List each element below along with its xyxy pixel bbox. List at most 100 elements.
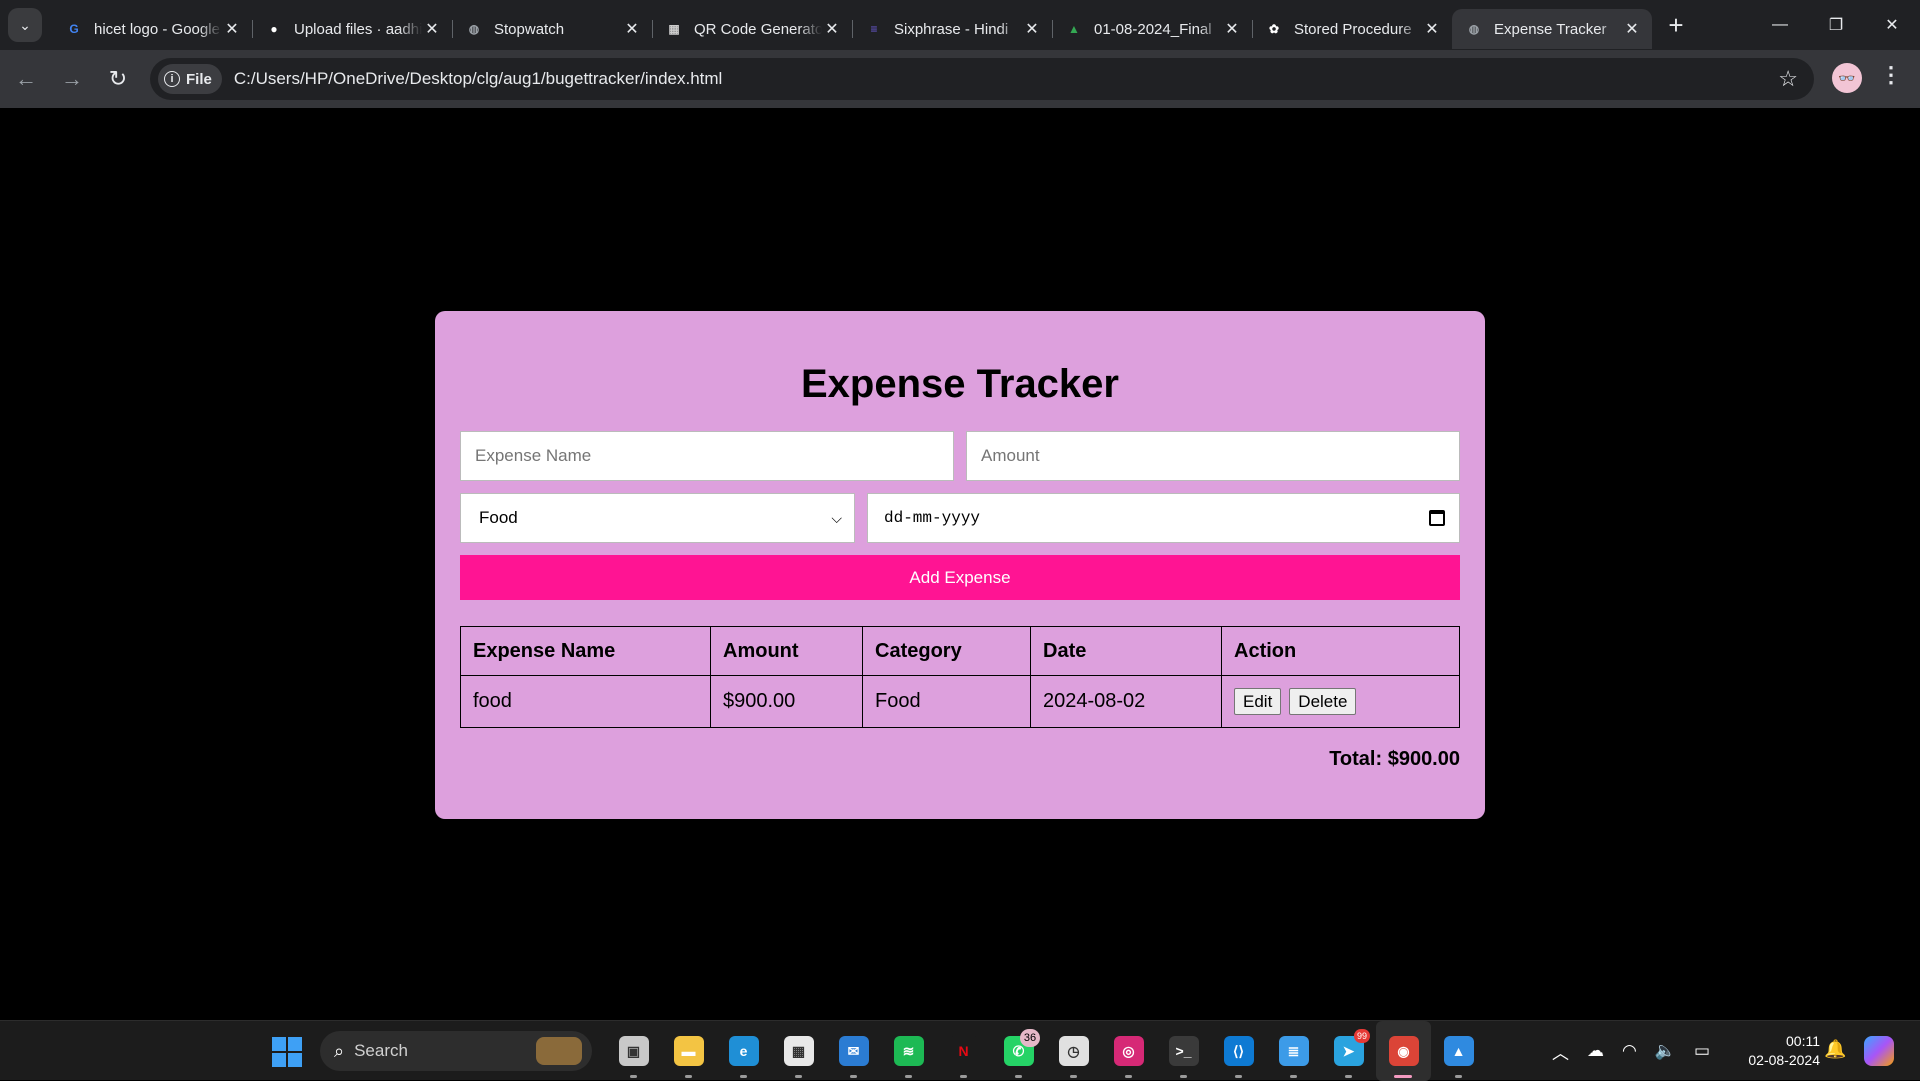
- spotify-icon: ≋: [893, 1036, 924, 1066]
- expense-tracker-card: Expense Tracker Expense Name Amount Food…: [435, 311, 1485, 819]
- profile-avatar[interactable]: 👓: [1832, 63, 1862, 93]
- edit-button[interactable]: Edit: [1234, 688, 1282, 715]
- tab-close-icon[interactable]: ✕: [1222, 19, 1242, 39]
- taskbar-app-vscode[interactable]: ⟨⟩: [1211, 1021, 1266, 1081]
- tab-close-icon[interactable]: ✕: [1022, 19, 1042, 39]
- delete-button[interactable]: Delete: [1289, 688, 1357, 715]
- wifi-icon[interactable]: ◠: [1622, 1041, 1637, 1061]
- browser-tab[interactable]: ▲ 01-08-2024_Final ✕: [1052, 9, 1252, 49]
- chrome-icon: ◉: [1388, 1036, 1419, 1066]
- address-bar[interactable]: i File C:/Users/HP/OneDrive/Desktop/clg/…: [150, 58, 1814, 100]
- browser-tab[interactable]: ≡ Sixphrase - Hindi ✕: [852, 9, 1052, 49]
- running-indicator: [1345, 1075, 1352, 1078]
- tab-title: Expense Tracker: [1494, 20, 1607, 38]
- taskbar-app-edge[interactable]: e: [716, 1021, 771, 1081]
- taskbar-search-box[interactable]: ⌕ Search: [320, 1031, 592, 1071]
- expense-name-input[interactable]: Expense Name: [460, 431, 954, 481]
- date-input[interactable]: dd-mm-yyyy: [867, 493, 1460, 543]
- tab-title: Upload files · aadhi: [294, 20, 422, 38]
- browser-tab[interactable]: ◍ Stopwatch ✕: [452, 9, 652, 49]
- tab-favicon-icon: ▦: [668, 22, 680, 36]
- taskbar-app-whatsapp[interactable]: ✆ 36: [991, 1021, 1046, 1081]
- taskbar-app-file-explorer[interactable]: ▬: [661, 1021, 716, 1081]
- close-window-icon[interactable]: ✕: [1864, 0, 1920, 50]
- cell-actions: Edit Delete: [1221, 675, 1460, 728]
- new-tab-button[interactable]: +: [1658, 7, 1694, 43]
- windows-taskbar: ⌕ Search ▣ ▬ e ▦ ✉ ≋ N ✆ 36 ◷ ◎ >_ ⟨⟩ ≣ ➤ 99 ◉ ▲ ︿ ☁ ◠ 🔈 …: [0, 1020, 1920, 1081]
- browser-tab[interactable]: ◍ Expense Tracker ✕: [1452, 9, 1652, 49]
- browser-tab[interactable]: ✿ Stored Procedure ✕: [1252, 9, 1452, 49]
- tab-close-icon[interactable]: ✕: [622, 19, 642, 39]
- bookmark-star-icon[interactable]: ☆: [1778, 66, 1798, 92]
- cell-expense-name: food: [460, 675, 711, 728]
- taskbar-app-terminal[interactable]: >_: [1156, 1021, 1211, 1081]
- tab-favicon-icon: ●: [270, 22, 278, 36]
- taskbar-app-store[interactable]: ▦: [771, 1021, 826, 1081]
- notification-badge: 36: [1020, 1029, 1040, 1047]
- notification-bell-icon[interactable]: 🔔: [1824, 1039, 1846, 1060]
- reload-icon[interactable]: ↻: [98, 59, 138, 99]
- tab-close-icon[interactable]: ✕: [422, 19, 442, 39]
- calendar-icon[interactable]: [1429, 510, 1445, 526]
- running-indicator: [850, 1075, 857, 1078]
- amount-input[interactable]: Amount: [966, 431, 1460, 481]
- tab-close-icon[interactable]: ✕: [222, 19, 242, 39]
- taskbar-app-notepad[interactable]: ≣: [1266, 1021, 1321, 1081]
- page-viewport: Expense Tracker Expense Name Amount Food…: [0, 108, 1920, 1020]
- taskbar-app-mail[interactable]: ✉: [826, 1021, 881, 1081]
- tab-favicon-icon: ◍: [1468, 22, 1480, 36]
- add-expense-button[interactable]: Add Expense: [460, 555, 1460, 600]
- forward-arrow-icon[interactable]: →: [52, 59, 92, 99]
- total-amount: Total: $900.00: [1329, 748, 1460, 770]
- onedrive-cloud-icon[interactable]: ☁: [1587, 1041, 1604, 1061]
- volume-muted-icon[interactable]: 🔈: [1655, 1041, 1676, 1061]
- tab-favicon-icon: ▲: [1068, 22, 1080, 36]
- back-arrow-icon[interactable]: ←: [6, 59, 46, 99]
- category-select[interactable]: Food ⌵: [460, 493, 855, 543]
- tab-close-icon[interactable]: ✕: [1422, 19, 1442, 39]
- site-info-chip[interactable]: i File: [158, 64, 222, 94]
- browser-tab[interactable]: ▦ QR Code Generator ✕: [652, 9, 852, 49]
- taskbar-app-photos[interactable]: ▲: [1431, 1021, 1486, 1081]
- running-indicator: [740, 1075, 747, 1078]
- running-indicator: [905, 1075, 912, 1078]
- taskbar-app-task-view[interactable]: ▣: [606, 1021, 661, 1081]
- expense-table: Expense Name Amount Category Date Action…: [460, 626, 1460, 728]
- running-indicator: [1180, 1075, 1187, 1078]
- tab-close-icon[interactable]: ✕: [822, 19, 842, 39]
- browser-menu-icon[interactable]: ⋮: [1880, 62, 1902, 88]
- taskbar-app-instagram[interactable]: ◎: [1101, 1021, 1156, 1081]
- terminal-icon: >_: [1168, 1036, 1199, 1066]
- tab-search-chevron-icon[interactable]: ⌄: [8, 8, 42, 42]
- url-text[interactable]: C:/Users/HP/OneDrive/Desktop/clg/aug1/bu…: [234, 69, 722, 89]
- running-indicator: [1455, 1075, 1462, 1078]
- taskbar-app-chrome[interactable]: ◉: [1376, 1021, 1431, 1081]
- header-amount: Amount: [710, 626, 863, 676]
- minimize-icon[interactable]: —: [1752, 0, 1808, 50]
- tab-title: QR Code Generator: [694, 20, 822, 38]
- battery-icon[interactable]: ▭: [1694, 1041, 1710, 1061]
- taskbar-app-telegram[interactable]: ➤ 99: [1321, 1021, 1376, 1081]
- tab-close-icon[interactable]: ✕: [1622, 19, 1642, 39]
- taskbar-app-spotify[interactable]: ≋: [881, 1021, 936, 1081]
- clock-date: 02-08-2024: [1748, 1052, 1820, 1068]
- tray-overflow-chevron-icon[interactable]: ︿: [1552, 1039, 1569, 1064]
- taskbar-clock[interactable]: 00:11 02-08-2024: [1730, 1032, 1820, 1070]
- tab-title: Stopwatch: [494, 20, 565, 38]
- start-windows-icon[interactable]: [272, 1037, 302, 1067]
- copilot-icon[interactable]: [1864, 1036, 1894, 1066]
- tab-favicon-icon: ◍: [468, 22, 480, 36]
- search-highlight-image: [536, 1037, 582, 1065]
- running-indicator: [1070, 1075, 1077, 1078]
- netflix-icon: N: [948, 1036, 979, 1066]
- photos-icon: ▲: [1443, 1036, 1474, 1066]
- taskbar-app-netflix[interactable]: N: [936, 1021, 991, 1081]
- notepad-icon: ≣: [1278, 1036, 1309, 1066]
- browser-tab[interactable]: ● Upload files · aadhi ✕: [252, 9, 452, 49]
- browser-toolbar: ← → ↻ i File C:/Users/HP/OneDrive/Deskto…: [0, 50, 1920, 108]
- running-indicator: [1394, 1075, 1412, 1078]
- browser-tab[interactable]: Ghicet logo - Google ✕: [52, 9, 252, 49]
- instagram-icon: ◎: [1113, 1036, 1144, 1066]
- taskbar-app-clock[interactable]: ◷: [1046, 1021, 1101, 1081]
- restore-icon[interactable]: ❐: [1808, 0, 1864, 50]
